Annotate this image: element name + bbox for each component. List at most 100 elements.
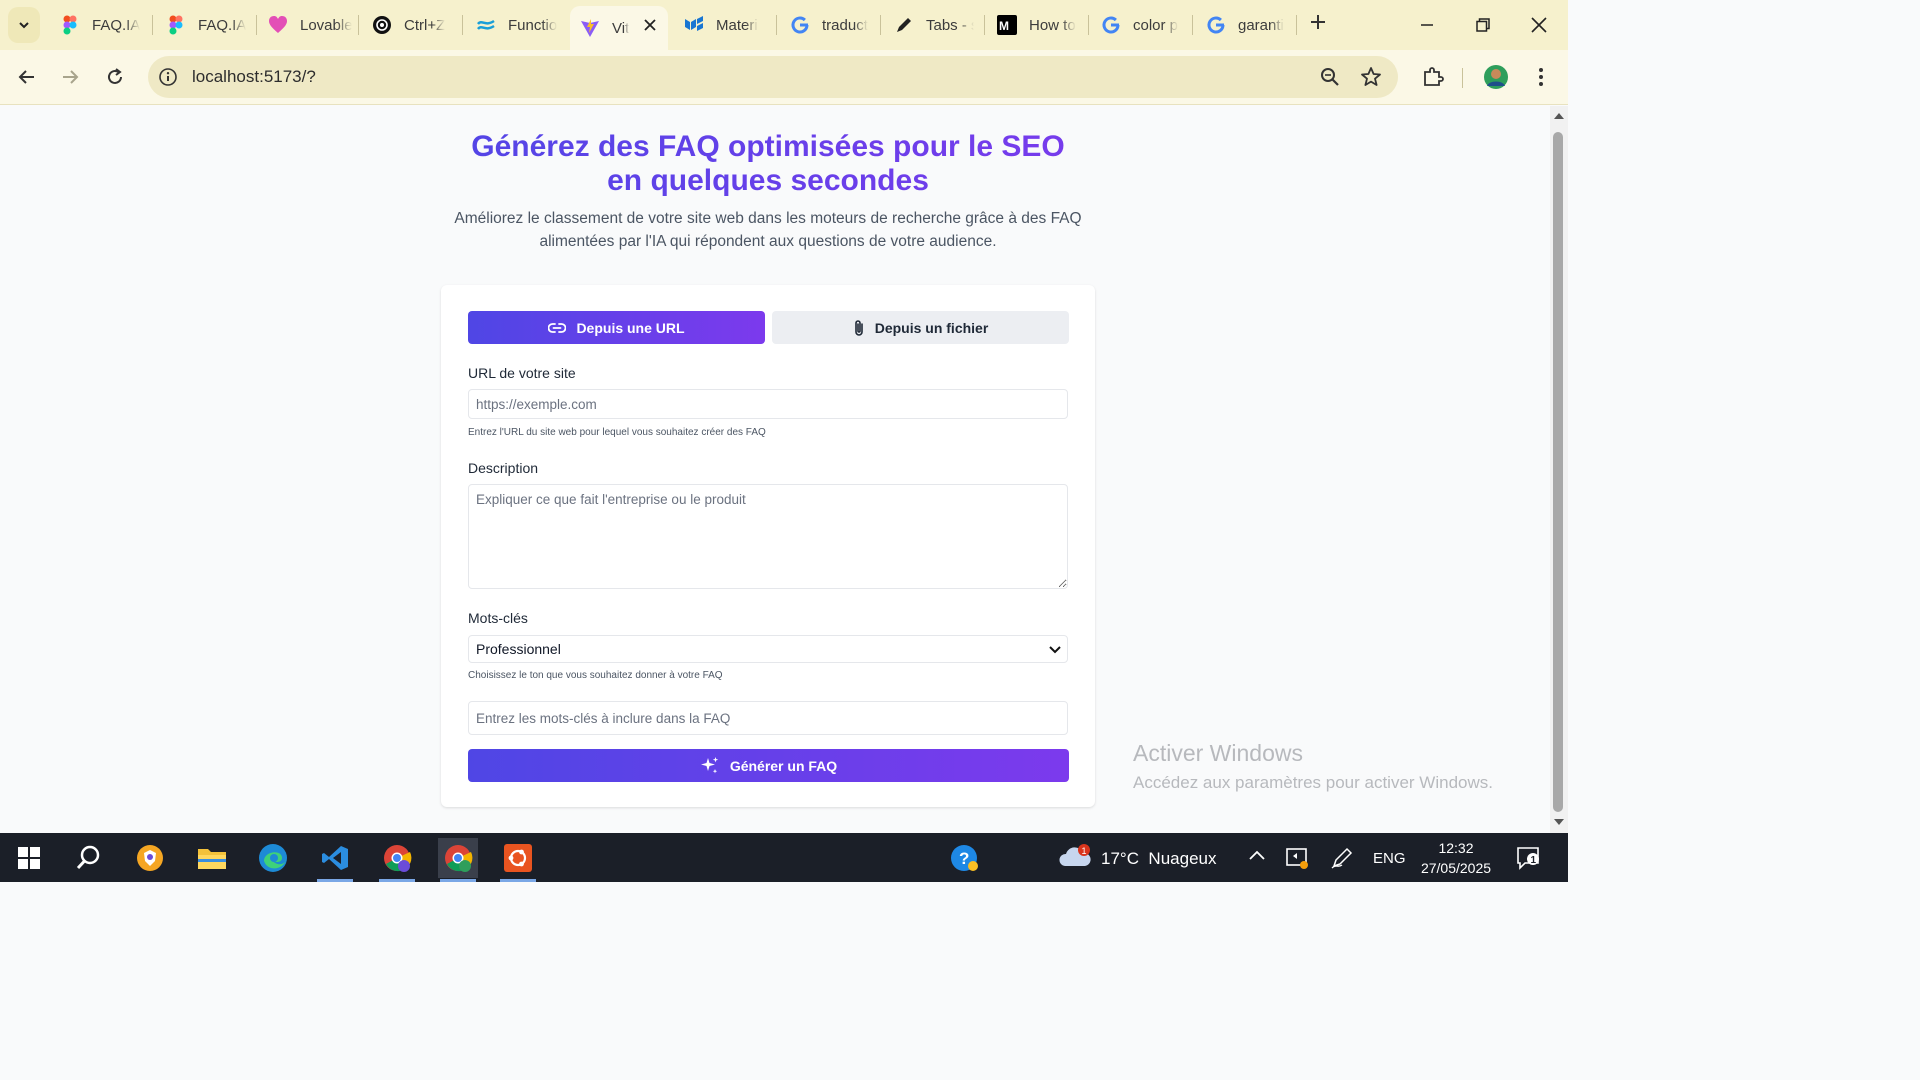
tray-pen-button[interactable]	[1330, 846, 1354, 875]
shield-app-icon	[137, 845, 163, 871]
svg-text:M: M	[999, 19, 1009, 33]
tab-garantie[interactable]: garanti	[1206, 8, 1288, 42]
restore-icon	[1476, 18, 1490, 32]
vscode-icon	[322, 846, 348, 870]
tab-separator	[984, 15, 985, 35]
tab-faq-ia-1[interactable]: FAQ.IA	[60, 8, 148, 42]
subtitle-line-1: Améliorez le classement de votre site we…	[454, 210, 1082, 227]
tab-lovable[interactable]: Lovable	[268, 8, 352, 42]
url-input[interactable]	[468, 389, 1068, 419]
tab-separator	[880, 15, 881, 35]
tray-display-button[interactable]	[1285, 846, 1309, 875]
source-tab-file-label: Depuis un fichier	[874, 319, 989, 336]
tone-select[interactable]: Professionnel	[468, 635, 1068, 663]
search-icon	[76, 845, 100, 870]
tone-select-value: Professionnel	[476, 641, 561, 657]
page-scrollbar[interactable]	[1550, 106, 1568, 833]
figma-icon	[166, 15, 186, 35]
tab-ctrl-z[interactable]: Ctrl+Z	[372, 8, 458, 42]
forward-button[interactable]	[57, 64, 83, 90]
site-info-icon[interactable]	[158, 67, 178, 92]
generate-faq-label: Générer un FAQ	[729, 757, 838, 774]
description-textarea[interactable]	[468, 484, 1068, 589]
tab-separator	[462, 15, 463, 35]
tab-tabs[interactable]: Tabs - s	[894, 8, 974, 42]
subtitle-line-2: alimentées par l'IA qui répondent aux qu…	[539, 233, 997, 250]
arrow-left-icon	[18, 70, 34, 84]
clock-time: 12:32	[1438, 840, 1474, 856]
system-clock[interactable]: 12:32 27/05/2025	[1415, 838, 1497, 878]
taskbar-app-chrome-profile[interactable]	[377, 838, 417, 882]
taskbar-app-chrome[interactable]	[438, 838, 478, 882]
minimize-button[interactable]	[1414, 12, 1440, 38]
keywords-input[interactable]	[468, 701, 1068, 735]
weather-widget[interactable]: 1	[1058, 842, 1092, 875]
url-text: localhost:5173/?	[192, 67, 316, 86]
scroll-down-arrow-icon[interactable]	[1553, 818, 1565, 826]
taskbar-app-brave[interactable]	[130, 838, 170, 878]
faq-form-card: Depuis une URL Depuis un fichier URL de …	[441, 285, 1095, 807]
new-tab-button[interactable]	[1306, 12, 1330, 36]
tab-label: traduct	[822, 16, 868, 34]
tab-label: Lovable	[300, 16, 352, 34]
back-button[interactable]	[14, 64, 40, 90]
taskbar-app-file-explorer[interactable]	[192, 838, 232, 878]
help-button[interactable]: ?	[944, 838, 984, 878]
tab-vite-active[interactable]: Vit	[570, 6, 668, 50]
tab-color-picker[interactable]: color p	[1101, 8, 1181, 42]
browser-toolbar: localhost:5173/?	[0, 50, 1568, 105]
input-language[interactable]: ENG	[1373, 850, 1406, 867]
taskbar-app-vscode[interactable]	[315, 838, 355, 882]
taskbar-app-ubuntu[interactable]	[498, 838, 538, 882]
chevron-down-icon	[1049, 646, 1061, 654]
show-hidden-icons-button[interactable]	[1248, 848, 1266, 866]
plus-icon	[1311, 15, 1325, 29]
tab-material[interactable]: Materi	[684, 8, 774, 42]
google-icon	[1206, 15, 1226, 35]
source-tab-url[interactable]: Depuis une URL	[468, 311, 765, 344]
avatar-icon	[1484, 65, 1508, 89]
page-subtitle: Améliorez le classement de votre site we…	[434, 207, 1102, 253]
notification-center-button[interactable]: 1	[1516, 845, 1542, 876]
scrollbar-thumb[interactable]	[1553, 132, 1563, 812]
profile-avatar[interactable]	[1483, 64, 1509, 90]
help-icon: ?	[951, 845, 978, 871]
close-tab-icon[interactable]	[644, 18, 656, 35]
close-window-button[interactable]	[1526, 12, 1552, 38]
extensions-button[interactable]	[1420, 64, 1446, 90]
page-title: Générez des FAQ optimisées pour le SEO e…	[384, 130, 1152, 198]
source-tab-file[interactable]: Depuis un fichier	[772, 311, 1069, 344]
tab-label: How to	[1029, 16, 1076, 34]
folder-icon	[198, 849, 226, 869]
tab-label: garanti	[1238, 16, 1284, 34]
address-bar[interactable]: localhost:5173/?	[148, 56, 1398, 98]
toolbar-separator	[1462, 68, 1463, 88]
tab-faq-ia-2[interactable]: FAQ.IA	[166, 8, 254, 42]
keywords-label: Mots-clés	[468, 610, 528, 626]
browser-menu-button[interactable]	[1528, 64, 1554, 90]
zoom-icon[interactable]	[1320, 67, 1340, 92]
start-button[interactable]	[9, 838, 49, 878]
chrome-icon	[445, 845, 473, 872]
reload-button[interactable]	[102, 64, 128, 90]
puzzle-icon	[1424, 67, 1444, 86]
google-icon	[1101, 15, 1121, 35]
tab-traduction[interactable]: traduct	[790, 8, 870, 42]
tone-hint: Choisissez le ton que vous souhaitez don…	[468, 670, 723, 681]
search-button[interactable]	[69, 838, 109, 878]
tab-label: Ctrl+Z	[404, 16, 446, 34]
taskbar-app-edge[interactable]	[253, 838, 293, 878]
scroll-up-arrow-icon[interactable]	[1553, 112, 1565, 120]
url-hint: Entrez l'URL du site web pour lequel vou…	[468, 427, 766, 438]
tab-how-to[interactable]: M How to	[997, 8, 1077, 42]
generate-faq-button[interactable]: Générer un FAQ	[468, 749, 1069, 782]
bookmark-star-icon[interactable]	[1360, 66, 1382, 93]
weather-text: 17°C Nuageux	[1101, 849, 1217, 868]
notification-count: 1	[1531, 855, 1537, 866]
tab-search-button[interactable]	[8, 7, 40, 43]
title-line-2: en quelques secondes	[607, 164, 929, 197]
tab-functions[interactable]: Functio	[476, 8, 560, 42]
tab-label: Materi	[716, 16, 758, 34]
restore-button[interactable]	[1470, 12, 1496, 38]
minimize-icon	[1421, 24, 1433, 26]
